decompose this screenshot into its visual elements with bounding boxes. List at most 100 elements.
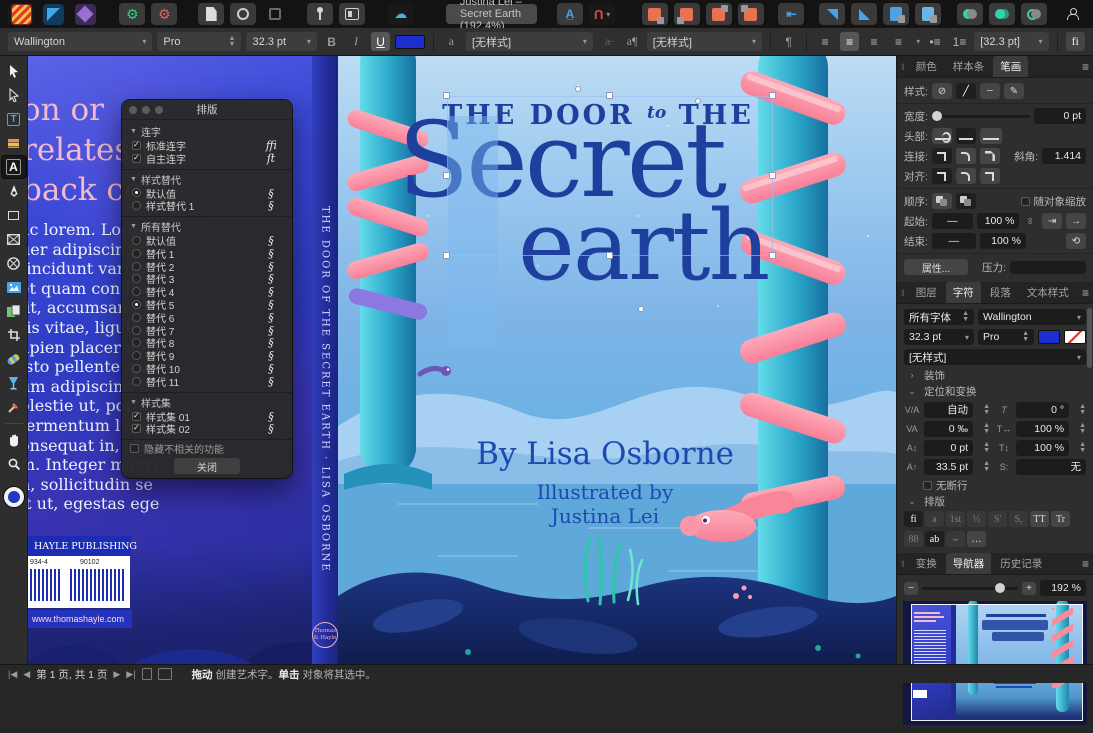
path-node[interactable] [695,98,701,104]
typography-panel[interactable]: 排版 ▼连字 标准连字 ﬃ 自主连字 ﬅ [122,100,292,478]
slider-knob[interactable] [932,111,942,121]
cloud-sync-button[interactable]: ☁ [388,3,414,25]
radio-button[interactable] [132,188,141,197]
cap-butt-button[interactable] [956,128,976,144]
alternate-option[interactable]: 替代 11 § [130,375,284,388]
transparency-tool[interactable] [2,372,26,394]
typography-feature-button[interactable]: Tr [1051,511,1070,527]
text-color-swatch[interactable] [395,35,424,49]
pen-tool[interactable] [2,180,26,202]
typography-feature-button[interactable]: S' [988,511,1007,527]
radio-button[interactable] [132,249,141,258]
next-page-button[interactable]: ▶ [113,669,120,680]
radio-button[interactable] [132,364,141,373]
checkbox[interactable] [130,444,139,453]
language-field[interactable]: 无 [1016,459,1086,475]
width-slider[interactable] [932,115,1030,118]
last-page-button[interactable]: ▶| [126,669,135,680]
checkbox[interactable] [132,412,141,421]
stroke-dash-button[interactable]: ┄ [980,83,1000,99]
navigator-view-rectangle[interactable] [911,604,1083,721]
properties-button[interactable]: 属性... [904,259,968,275]
font-family-field[interactable]: Wallington▾ [978,309,1086,325]
move-tool[interactable] [2,60,26,82]
bold-button[interactable]: B [322,32,341,51]
miter-field[interactable]: 1.414 [1042,148,1086,164]
pages-tool[interactable] [2,300,26,322]
snapping-button[interactable]: U▾ [589,3,615,25]
zoom-tool[interactable] [2,453,26,475]
ligatures-header[interactable]: ▼连字 [130,124,284,139]
font-collection-select[interactable]: 所有字体▲▼ [904,309,974,325]
selection-handle[interactable] [606,92,613,99]
frame-text-tool[interactable]: T [2,108,26,130]
zoom-out-button[interactable]: − [904,582,918,595]
radio-button[interactable] [132,274,141,283]
align-outside-button[interactable] [980,168,1000,184]
align-center-stroke-button[interactable] [932,168,952,184]
insert-inside-button[interactable] [642,3,668,25]
fill-color-swatch[interactable] [1038,330,1060,344]
baseline-field[interactable]: 0 pt [924,440,973,456]
spine-title[interactable]: THE DOOR OF THE SECRET EARTH · LISA OSBO… [320,206,331,573]
typography-feature-button[interactable]: a [925,511,944,527]
font-family-select[interactable]: Wallington▾ [8,32,152,51]
end-scale-field[interactable]: 100 % [980,233,1026,249]
align-justify-button[interactable]: ≡ [889,32,908,51]
paste-style-button[interactable] [915,3,941,25]
place-image-tool[interactable] [2,276,26,298]
underline-button[interactable]: U [371,32,390,51]
all-alternates-header[interactable]: ▼所有替代 [130,219,284,234]
order-front-button[interactable] [932,193,952,209]
radio-button[interactable] [132,300,141,309]
selection-handle[interactable] [606,252,613,259]
radio-button[interactable] [132,338,141,347]
boolean-subtract-button[interactable] [989,3,1015,25]
typography-feature-button[interactable]: 88 [904,531,923,547]
style-sets-header[interactable]: ▼样式集 [130,395,284,410]
typography-feature-button[interactable]: ½ [967,511,986,527]
radio-button[interactable] [132,377,141,386]
tab-navigator[interactable]: 导航器 [946,553,992,574]
crop-tool[interactable] [2,324,26,346]
scrollbar[interactable] [1087,308,1092,368]
positioning-header[interactable]: 定位和变换 [924,384,977,399]
order-back-button[interactable] [956,193,976,209]
selection-handle[interactable] [769,172,776,179]
spread-icon[interactable] [158,668,172,680]
radio-button[interactable] [132,326,141,335]
cap-square-button[interactable] [980,128,1002,144]
hand-tool[interactable] [2,429,26,451]
hide-unrelated-option[interactable]: 隐藏不相关的功能 [122,440,292,453]
selection-handle[interactable] [769,252,776,259]
stroke-color-swatch[interactable] [1064,330,1086,344]
tab-transform[interactable]: 变换 [909,553,944,574]
shear-field[interactable]: 0 ° [1016,402,1069,418]
tab-history[interactable]: 历史记录 [993,553,1049,574]
app-photo-button[interactable] [72,3,98,25]
selection-bounding-box[interactable] [447,96,773,256]
swap-ends-button[interactable]: ⟲ [1066,233,1086,249]
panel-menu-icon[interactable]: ≡ [1082,286,1089,300]
arrow-button[interactable]: → [1066,213,1086,229]
checkbox[interactable] [132,141,141,150]
art-text-tool[interactable]: A [2,156,26,178]
table-tool[interactable] [2,132,26,154]
checkbox[interactable] [132,424,141,433]
kerning-field[interactable]: 自动 [924,402,973,418]
navigator-thumbnail[interactable] [903,601,1087,725]
alignment-button[interactable]: ⇤ [778,3,804,25]
panel-grip-icon[interactable]: ‖ [901,288,905,298]
start-scale-field[interactable]: 100 % [977,213,1020,229]
leading-field[interactable]: 33.5 pt [924,459,973,475]
ellipse-frame-tool[interactable] [2,252,26,274]
text-frame-button[interactable]: A̲ [557,3,583,25]
tab-text-styles[interactable]: 文本样式 [1020,282,1076,303]
italic-button[interactable]: I [346,32,365,51]
move-front-button[interactable] [706,3,732,25]
align-left-button[interactable]: ≡ [815,32,834,51]
ligature-button[interactable]: fi [1066,32,1085,51]
insert-behind-button[interactable] [674,3,700,25]
panel-grip-icon[interactable]: ‖ [901,62,905,72]
style-alternates-header[interactable]: ▼样式替代 [130,172,284,187]
